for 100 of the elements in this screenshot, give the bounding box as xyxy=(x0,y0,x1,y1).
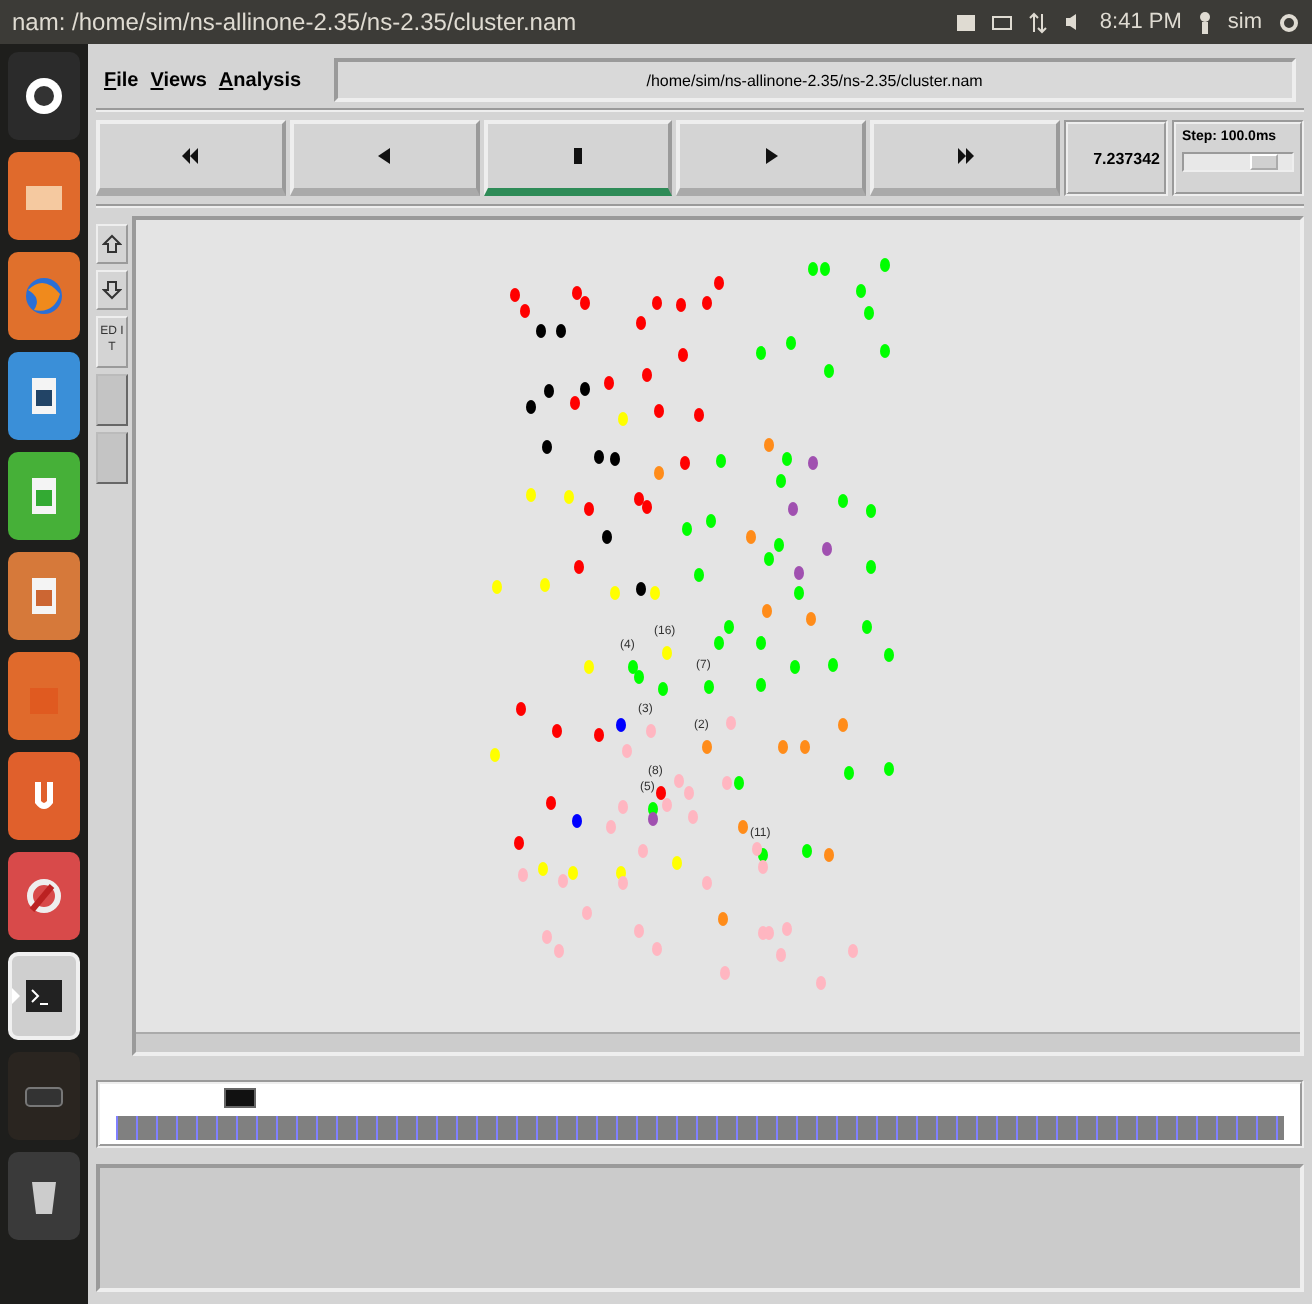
network-node[interactable] xyxy=(746,530,756,544)
network-node[interactable] xyxy=(526,488,536,502)
network-node[interactable] xyxy=(490,748,500,762)
network-node[interactable] xyxy=(538,862,548,876)
network-node[interactable] xyxy=(694,568,704,582)
network-node[interactable] xyxy=(544,384,554,398)
network-node[interactable] xyxy=(824,364,834,378)
playback-button[interactable] xyxy=(676,120,867,196)
mail-icon[interactable] xyxy=(955,13,976,31)
network-node[interactable] xyxy=(682,522,692,536)
network-node[interactable] xyxy=(734,776,744,790)
user-name[interactable]: sim xyxy=(1227,10,1262,34)
network-node[interactable] xyxy=(610,452,620,466)
network-node[interactable] xyxy=(622,744,632,758)
network-node[interactable] xyxy=(542,440,552,454)
network-node[interactable] xyxy=(776,474,786,488)
network-node[interactable] xyxy=(866,504,876,518)
network-node[interactable] xyxy=(824,848,834,862)
network-node[interactable] xyxy=(714,276,724,290)
network-node[interactable] xyxy=(554,944,564,958)
network-node[interactable] xyxy=(628,660,638,674)
network-node[interactable] xyxy=(756,678,766,692)
menu-item[interactable]: Views xyxy=(150,69,207,91)
menu-item[interactable]: File xyxy=(104,69,139,91)
network-node[interactable] xyxy=(564,490,574,504)
network-node[interactable] xyxy=(580,296,590,310)
network-node[interactable] xyxy=(558,874,568,888)
network-node[interactable] xyxy=(720,966,730,980)
network-node[interactable] xyxy=(726,716,736,730)
network-node[interactable] xyxy=(802,844,812,858)
network-node[interactable] xyxy=(616,718,626,732)
battery-icon[interactable] xyxy=(991,13,1012,31)
network-node[interactable] xyxy=(672,856,682,870)
network-node[interactable] xyxy=(702,296,712,310)
network-node[interactable] xyxy=(518,868,528,882)
network-node[interactable] xyxy=(634,492,644,506)
network-node[interactable] xyxy=(808,262,818,276)
network-node[interactable] xyxy=(816,976,826,990)
network-node[interactable] xyxy=(800,740,810,754)
network-node[interactable] xyxy=(642,368,652,382)
network-node[interactable] xyxy=(636,316,646,330)
network-node[interactable] xyxy=(652,942,662,956)
launcher-item[interactable] xyxy=(8,52,80,140)
network-node[interactable] xyxy=(584,660,594,674)
network-node[interactable] xyxy=(610,586,620,600)
network-node[interactable] xyxy=(764,926,774,940)
network-node[interactable] xyxy=(514,836,524,850)
network-node[interactable] xyxy=(594,728,604,742)
network-node[interactable] xyxy=(638,844,648,858)
network-node[interactable] xyxy=(646,724,656,738)
network-node[interactable] xyxy=(652,296,662,310)
network-node[interactable] xyxy=(676,298,686,312)
network-node[interactable] xyxy=(648,812,658,826)
network-node[interactable] xyxy=(820,262,830,276)
network-node[interactable] xyxy=(866,560,876,574)
network-node[interactable] xyxy=(722,776,732,790)
network-node[interactable] xyxy=(602,530,612,544)
network-node[interactable] xyxy=(764,552,774,566)
network-node[interactable] xyxy=(568,866,578,880)
network-node[interactable] xyxy=(884,762,894,776)
zoom-out-button[interactable] xyxy=(96,270,128,310)
network-node[interactable] xyxy=(582,906,592,920)
network-node[interactable] xyxy=(756,346,766,360)
network-node[interactable] xyxy=(556,324,566,338)
network-node[interactable] xyxy=(702,740,712,754)
network-node[interactable] xyxy=(678,348,688,362)
network-node[interactable] xyxy=(580,382,590,396)
network-node[interactable] xyxy=(764,438,774,452)
network-icon[interactable] xyxy=(1027,11,1048,33)
step-slider[interactable] xyxy=(1181,152,1294,172)
playback-button[interactable] xyxy=(96,120,286,196)
network-node[interactable] xyxy=(838,718,848,732)
network-node[interactable] xyxy=(844,766,854,780)
network-node[interactable] xyxy=(650,586,660,600)
network-node[interactable] xyxy=(606,820,616,834)
network-node[interactable] xyxy=(862,620,872,634)
time-marker-icon[interactable] xyxy=(224,1088,256,1108)
network-node[interactable] xyxy=(542,930,552,944)
network-node[interactable] xyxy=(604,376,614,390)
slider-thumb[interactable] xyxy=(1249,154,1278,170)
network-node[interactable] xyxy=(864,306,874,320)
network-node[interactable] xyxy=(738,820,748,834)
network-node[interactable] xyxy=(654,404,664,418)
network-node[interactable] xyxy=(634,670,644,684)
network-node[interactable] xyxy=(674,774,684,788)
zoom-in-button[interactable] xyxy=(96,224,128,264)
user-icon[interactable] xyxy=(1197,11,1212,33)
network-node[interactable] xyxy=(716,454,726,468)
network-node[interactable] xyxy=(658,682,668,696)
network-node[interactable] xyxy=(618,876,628,890)
network-node[interactable] xyxy=(838,494,848,508)
network-node[interactable] xyxy=(492,580,502,594)
network-node[interactable] xyxy=(536,324,546,338)
network-node[interactable] xyxy=(526,400,536,414)
network-node[interactable] xyxy=(642,500,652,514)
playback-button[interactable] xyxy=(483,120,673,196)
network-node[interactable] xyxy=(702,876,712,890)
network-node[interactable] xyxy=(822,542,832,556)
network-node[interactable] xyxy=(794,566,804,580)
settings-icon[interactable] xyxy=(1278,11,1300,33)
